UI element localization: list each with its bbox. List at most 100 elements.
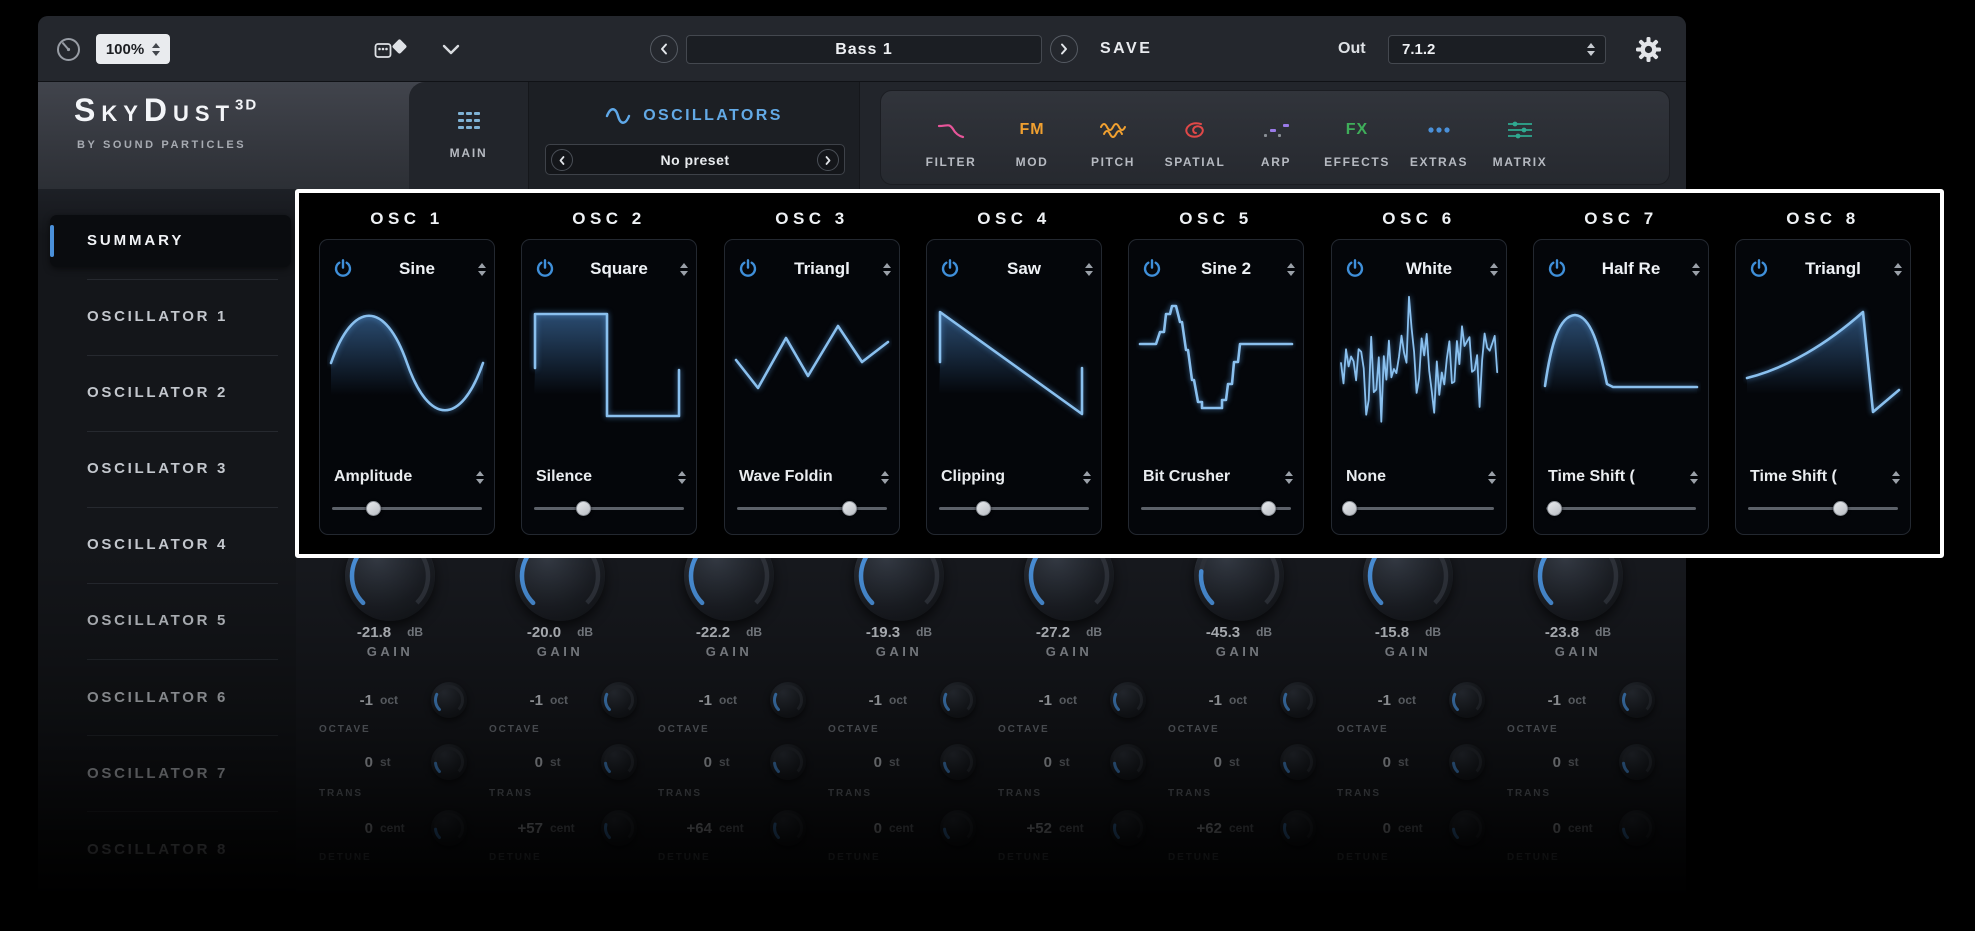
detune-knob[interactable] — [431, 810, 467, 846]
power-button[interactable] — [937, 258, 963, 280]
octave-knob[interactable] — [940, 682, 976, 718]
level-slider[interactable] — [332, 500, 482, 516]
spinner-icon[interactable] — [1894, 263, 1902, 276]
spinner-icon[interactable] — [1892, 471, 1900, 484]
effect-select[interactable]: None — [1346, 468, 1488, 486]
output-format-select[interactable]: 7.1.2 — [1388, 35, 1606, 64]
spinner-icon[interactable] — [1287, 263, 1295, 276]
level-slider[interactable] — [939, 500, 1089, 516]
power-button[interactable] — [1544, 258, 1570, 280]
spinner-icon[interactable] — [1083, 471, 1091, 484]
octave-knob[interactable] — [1280, 682, 1316, 718]
sidebar-item-oscillator-4[interactable]: OSCILLATOR 4 — [87, 530, 287, 560]
detune-knob[interactable] — [770, 810, 806, 846]
octave-knob[interactable] — [1449, 682, 1485, 718]
sidebar-item-oscillator-3[interactable]: OSCILLATOR 3 — [87, 454, 287, 484]
trans-knob[interactable] — [431, 744, 467, 780]
slider-thumb[interactable] — [366, 501, 381, 516]
osc-preset-select[interactable]: No preset — [545, 144, 845, 175]
effect-select[interactable]: Wave Foldin — [739, 468, 881, 486]
osc-preset-prev-button[interactable] — [551, 149, 573, 171]
waveform-select[interactable]: Triangl — [761, 259, 883, 279]
tab-spatial[interactable]: SPATIAL — [1155, 91, 1235, 186]
effect-select[interactable]: Clipping — [941, 468, 1083, 486]
sidebar-item-oscillator-5[interactable]: OSCILLATOR 5 — [87, 606, 287, 636]
spinner-icon[interactable] — [881, 471, 889, 484]
level-slider[interactable] — [1748, 500, 1898, 516]
trans-knob[interactable] — [601, 744, 637, 780]
preset-prev-button[interactable] — [650, 35, 678, 63]
detune-knob[interactable] — [1280, 810, 1316, 846]
waveform-select[interactable]: White — [1368, 259, 1490, 279]
spinner-icon[interactable] — [680, 263, 688, 276]
level-slider[interactable] — [1546, 500, 1696, 516]
slider-thumb[interactable] — [842, 501, 857, 516]
level-slider[interactable] — [534, 500, 684, 516]
zoom-select[interactable]: 100% — [96, 34, 170, 64]
spinner-icon[interactable] — [1692, 263, 1700, 276]
slider-thumb[interactable] — [1261, 501, 1276, 516]
waveform-select[interactable]: Square — [558, 259, 680, 279]
detune-knob[interactable] — [1619, 810, 1655, 846]
power-button[interactable] — [330, 258, 356, 280]
effect-select[interactable]: Bit Crusher — [1143, 468, 1285, 486]
tab-mod[interactable]: FM MOD — [992, 91, 1072, 186]
tab-arp[interactable]: ARP — [1236, 91, 1316, 186]
midi-controller-icon[interactable] — [374, 37, 410, 61]
spinner-icon[interactable] — [883, 263, 891, 276]
sidebar-item-oscillator-2[interactable]: OSCILLATOR 2 — [87, 378, 287, 408]
sidebar-item-oscillator-8[interactable]: OSCILLATOR 8 — [87, 835, 287, 865]
effect-select[interactable]: Amplitude — [334, 468, 476, 486]
osc-preset-next-button[interactable] — [817, 149, 839, 171]
spinner-icon[interactable] — [1285, 471, 1293, 484]
trans-knob[interactable] — [1110, 744, 1146, 780]
tab-oscillators[interactable]: OSCILLATORS No preset — [528, 82, 860, 189]
slider-thumb[interactable] — [976, 501, 991, 516]
sidebar-item-oscillator-1[interactable]: OSCILLATOR 1 — [87, 302, 287, 332]
trans-knob[interactable] — [1619, 744, 1655, 780]
octave-knob[interactable] — [770, 682, 806, 718]
tab-effects[interactable]: FX EFFECTS — [1317, 91, 1397, 186]
tab-main[interactable]: MAIN — [409, 82, 528, 189]
power-button[interactable] — [532, 258, 558, 280]
power-button[interactable] — [1139, 258, 1165, 280]
power-button[interactable] — [1746, 258, 1772, 280]
level-slider[interactable] — [1344, 500, 1494, 516]
slider-thumb[interactable] — [1342, 501, 1357, 516]
level-slider[interactable] — [1141, 500, 1291, 516]
detune-knob[interactable] — [1449, 810, 1485, 846]
settings-button[interactable] — [1634, 35, 1662, 63]
chevron-down-icon[interactable] — [442, 43, 460, 55]
waveform-select[interactable]: Sine — [356, 259, 478, 279]
slider-thumb[interactable] — [1833, 501, 1848, 516]
sidebar-item-oscillator-7[interactable]: OSCILLATOR 7 — [87, 759, 287, 789]
tab-extras[interactable]: EXTRAS — [1399, 91, 1479, 186]
spinner-icon[interactable] — [478, 263, 486, 276]
waveform-select[interactable]: Sine 2 — [1165, 259, 1287, 279]
spinner-icon[interactable] — [1490, 263, 1498, 276]
waveform-select[interactable]: Saw — [963, 259, 1085, 279]
trans-knob[interactable] — [770, 744, 806, 780]
octave-knob[interactable] — [1619, 682, 1655, 718]
sidebar-item-oscillator-6[interactable]: OSCILLATOR 6 — [87, 683, 287, 713]
tab-matrix[interactable]: MATRIX — [1480, 91, 1560, 186]
effect-select[interactable]: Time Shift ( — [1548, 468, 1690, 486]
waveform-select[interactable]: Triangl — [1772, 259, 1894, 279]
preset-next-button[interactable] — [1050, 35, 1078, 63]
preset-display[interactable]: Bass 1 — [686, 35, 1042, 64]
power-button[interactable] — [735, 258, 761, 280]
slider-thumb[interactable] — [1547, 501, 1562, 516]
spinner-icon[interactable] — [1690, 471, 1698, 484]
octave-knob[interactable] — [601, 682, 637, 718]
trans-knob[interactable] — [1449, 744, 1485, 780]
trans-knob[interactable] — [1280, 744, 1316, 780]
detune-knob[interactable] — [601, 810, 637, 846]
sidebar-item-summary[interactable]: SUMMARY — [50, 215, 291, 267]
tab-filter[interactable]: FILTER — [911, 91, 991, 186]
level-slider[interactable] — [737, 500, 887, 516]
effect-select[interactable]: Silence — [536, 468, 678, 486]
detune-knob[interactable] — [940, 810, 976, 846]
spinner-icon[interactable] — [1085, 263, 1093, 276]
waveform-select[interactable]: Half Re — [1570, 259, 1692, 279]
trans-knob[interactable] — [940, 744, 976, 780]
